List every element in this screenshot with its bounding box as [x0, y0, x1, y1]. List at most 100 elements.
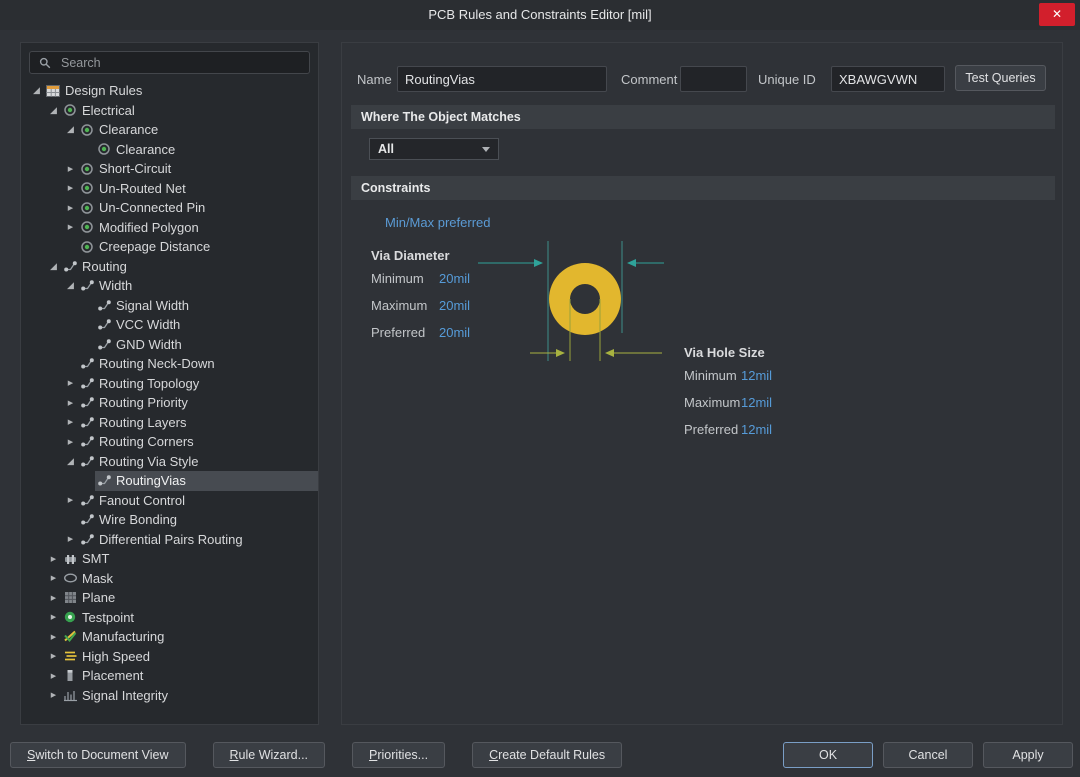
rule-wizard-button[interactable]: Rule Wizard...: [212, 742, 326, 768]
tree-item-design-rules[interactable]: ◢ Design Rules: [21, 81, 318, 101]
tree-item-content[interactable]: Design Rules: [44, 81, 318, 101]
tree-item-electrical[interactable]: ◢ Electrical: [21, 101, 318, 121]
collapse-arrow-icon[interactable]: ◢: [29, 85, 44, 96]
tree-item-testpoint[interactable]: ▶ Testpoint: [21, 608, 318, 628]
constraint-value-field[interactable]: 20mil: [439, 298, 470, 313]
tree-item-short-circuit[interactable]: ▶ Short-Circuit: [21, 159, 318, 179]
test-queries-button[interactable]: Test Queries: [955, 65, 1046, 91]
collapse-arrow-icon[interactable]: ◢: [63, 124, 78, 135]
collapse-arrow-icon[interactable]: ◢: [46, 105, 61, 116]
expand-arrow-icon[interactable]: ▶: [46, 672, 61, 680]
ok-button[interactable]: OK: [783, 742, 873, 768]
expand-arrow-icon[interactable]: ▶: [63, 184, 78, 192]
name-input[interactable]: [397, 66, 607, 92]
tree-item-routingvias[interactable]: RoutingVias: [21, 471, 318, 491]
tree-item-content[interactable]: Manufacturing: [61, 627, 318, 647]
constraint-value-field[interactable]: 20mil: [439, 271, 470, 286]
tree-item-content[interactable]: Signal Width: [95, 296, 318, 316]
tree-item-content[interactable]: Testpoint: [61, 608, 318, 628]
tree-item-content[interactable]: Routing Corners: [78, 432, 318, 452]
collapse-arrow-icon[interactable]: ◢: [63, 456, 78, 467]
collapse-arrow-icon[interactable]: ◢: [46, 261, 61, 272]
constraint-value-field[interactable]: 12mil: [741, 395, 772, 410]
tree-item-modified-polygon[interactable]: ▶ Modified Polygon: [21, 218, 318, 238]
expand-arrow-icon[interactable]: ▶: [46, 555, 61, 563]
tree-item-manufacturing[interactable]: ▶ Manufacturing: [21, 627, 318, 647]
tree-item-content[interactable]: Routing Neck-Down: [78, 354, 318, 374]
tree-item-content[interactable]: Creepage Distance: [78, 237, 318, 257]
close-button[interactable]: ✕: [1039, 3, 1075, 26]
priorities-button[interactable]: Priorities...: [352, 742, 446, 768]
tree-item-smt[interactable]: ▶ SMT: [21, 549, 318, 569]
tree-item-content[interactable]: Plane: [61, 588, 318, 608]
tree-item-placement[interactable]: ▶ Placement: [21, 666, 318, 686]
expand-arrow-icon[interactable]: ▶: [46, 652, 61, 660]
expand-arrow-icon[interactable]: ▶: [63, 418, 78, 426]
tree-item-content[interactable]: Mask: [61, 569, 318, 589]
expand-arrow-icon[interactable]: ▶: [46, 574, 61, 582]
tree-item-content[interactable]: Short-Circuit: [78, 159, 318, 179]
create-default-rules-button[interactable]: Create Default Rules: [472, 742, 623, 768]
expand-arrow-icon[interactable]: ▶: [46, 613, 61, 621]
tree-item-content[interactable]: Modified Polygon: [78, 218, 318, 238]
tree-item-content[interactable]: Width: [78, 276, 318, 296]
expand-arrow-icon[interactable]: ▶: [46, 594, 61, 602]
tree-item-content[interactable]: High Speed: [61, 647, 318, 667]
tree-item-content[interactable]: VCC Width: [95, 315, 318, 335]
expand-arrow-icon[interactable]: ▶: [63, 496, 78, 504]
switch-to-document-view-button[interactable]: Switch to Document View: [10, 742, 186, 768]
comment-input[interactable]: [680, 66, 747, 92]
tree-item-vcc-width[interactable]: VCC Width: [21, 315, 318, 335]
tree-item-routing-via-style[interactable]: ◢ Routing Via Style: [21, 452, 318, 472]
constraint-value-field[interactable]: 12mil: [741, 368, 772, 383]
minmax-preferred-link[interactable]: Min/Max preferred: [385, 215, 490, 230]
titlebar[interactable]: PCB Rules and Constraints Editor [mil] ✕: [0, 0, 1080, 30]
expand-arrow-icon[interactable]: ▶: [63, 438, 78, 446]
tree-item-plane[interactable]: ▶ Plane: [21, 588, 318, 608]
tree-item-content[interactable]: Clearance: [78, 120, 318, 140]
search-box[interactable]: [29, 51, 310, 74]
tree-item-routing[interactable]: ◢ Routing: [21, 257, 318, 277]
constraint-value-field[interactable]: 20mil: [439, 325, 470, 340]
cancel-button[interactable]: Cancel: [883, 742, 973, 768]
expand-arrow-icon[interactable]: ▶: [63, 165, 78, 173]
expand-arrow-icon[interactable]: ▶: [63, 223, 78, 231]
expand-arrow-icon[interactable]: ▶: [46, 633, 61, 641]
expand-arrow-icon[interactable]: ▶: [63, 379, 78, 387]
unique-id-input[interactable]: [831, 66, 945, 92]
tree-item-wire-bonding[interactable]: Wire Bonding: [21, 510, 318, 530]
expand-arrow-icon[interactable]: ▶: [46, 691, 61, 699]
tree-item-signal-integrity[interactable]: ▶ Signal Integrity: [21, 686, 318, 706]
tree-item-creepage-distance[interactable]: Creepage Distance: [21, 237, 318, 257]
tree-item-un-connected-pin[interactable]: ▶ Un-Connected Pin: [21, 198, 318, 218]
tree-item-differential-pairs-routing[interactable]: ▶ Differential Pairs Routing: [21, 530, 318, 550]
constraint-value-field[interactable]: 12mil: [741, 422, 772, 437]
tree-item-routing-corners[interactable]: ▶ Routing Corners: [21, 432, 318, 452]
expand-arrow-icon[interactable]: ▶: [63, 399, 78, 407]
tree-item-signal-width[interactable]: Signal Width: [21, 296, 318, 316]
tree-item-routing-neck-down[interactable]: Routing Neck-Down: [21, 354, 318, 374]
tree-item-gnd-width[interactable]: GND Width: [21, 335, 318, 355]
tree-item-content[interactable]: Routing: [61, 257, 318, 277]
tree-item-content[interactable]: Placement: [61, 666, 318, 686]
tree-item-content[interactable]: SMT: [61, 549, 318, 569]
tree-item-content[interactable]: Clearance: [95, 140, 318, 160]
tree-item-content[interactable]: Routing Via Style: [78, 452, 318, 472]
tree-item-content[interactable]: Un-Routed Net: [78, 179, 318, 199]
tree-item-content[interactable]: Routing Priority: [78, 393, 318, 413]
tree-item-content[interactable]: Routing Layers: [78, 413, 318, 433]
tree-item-routing-priority[interactable]: ▶ Routing Priority: [21, 393, 318, 413]
tree-item-clearance[interactable]: Clearance: [21, 140, 318, 160]
tree-item-content[interactable]: Fanout Control: [78, 491, 318, 511]
apply-button[interactable]: Apply: [983, 742, 1073, 768]
search-input[interactable]: [59, 54, 302, 71]
tree-item-content[interactable]: Un-Connected Pin: [78, 198, 318, 218]
expand-arrow-icon[interactable]: ▶: [63, 204, 78, 212]
tree-item-content[interactable]: RoutingVias: [95, 471, 318, 491]
collapse-arrow-icon[interactable]: ◢: [63, 280, 78, 291]
tree-item-content[interactable]: Signal Integrity: [61, 686, 318, 706]
tree-item-clearance[interactable]: ◢ Clearance: [21, 120, 318, 140]
tree-item-content[interactable]: GND Width: [95, 335, 318, 355]
tree-item-high-speed[interactable]: ▶ High Speed: [21, 647, 318, 667]
tree-item-content[interactable]: Differential Pairs Routing: [78, 530, 318, 550]
